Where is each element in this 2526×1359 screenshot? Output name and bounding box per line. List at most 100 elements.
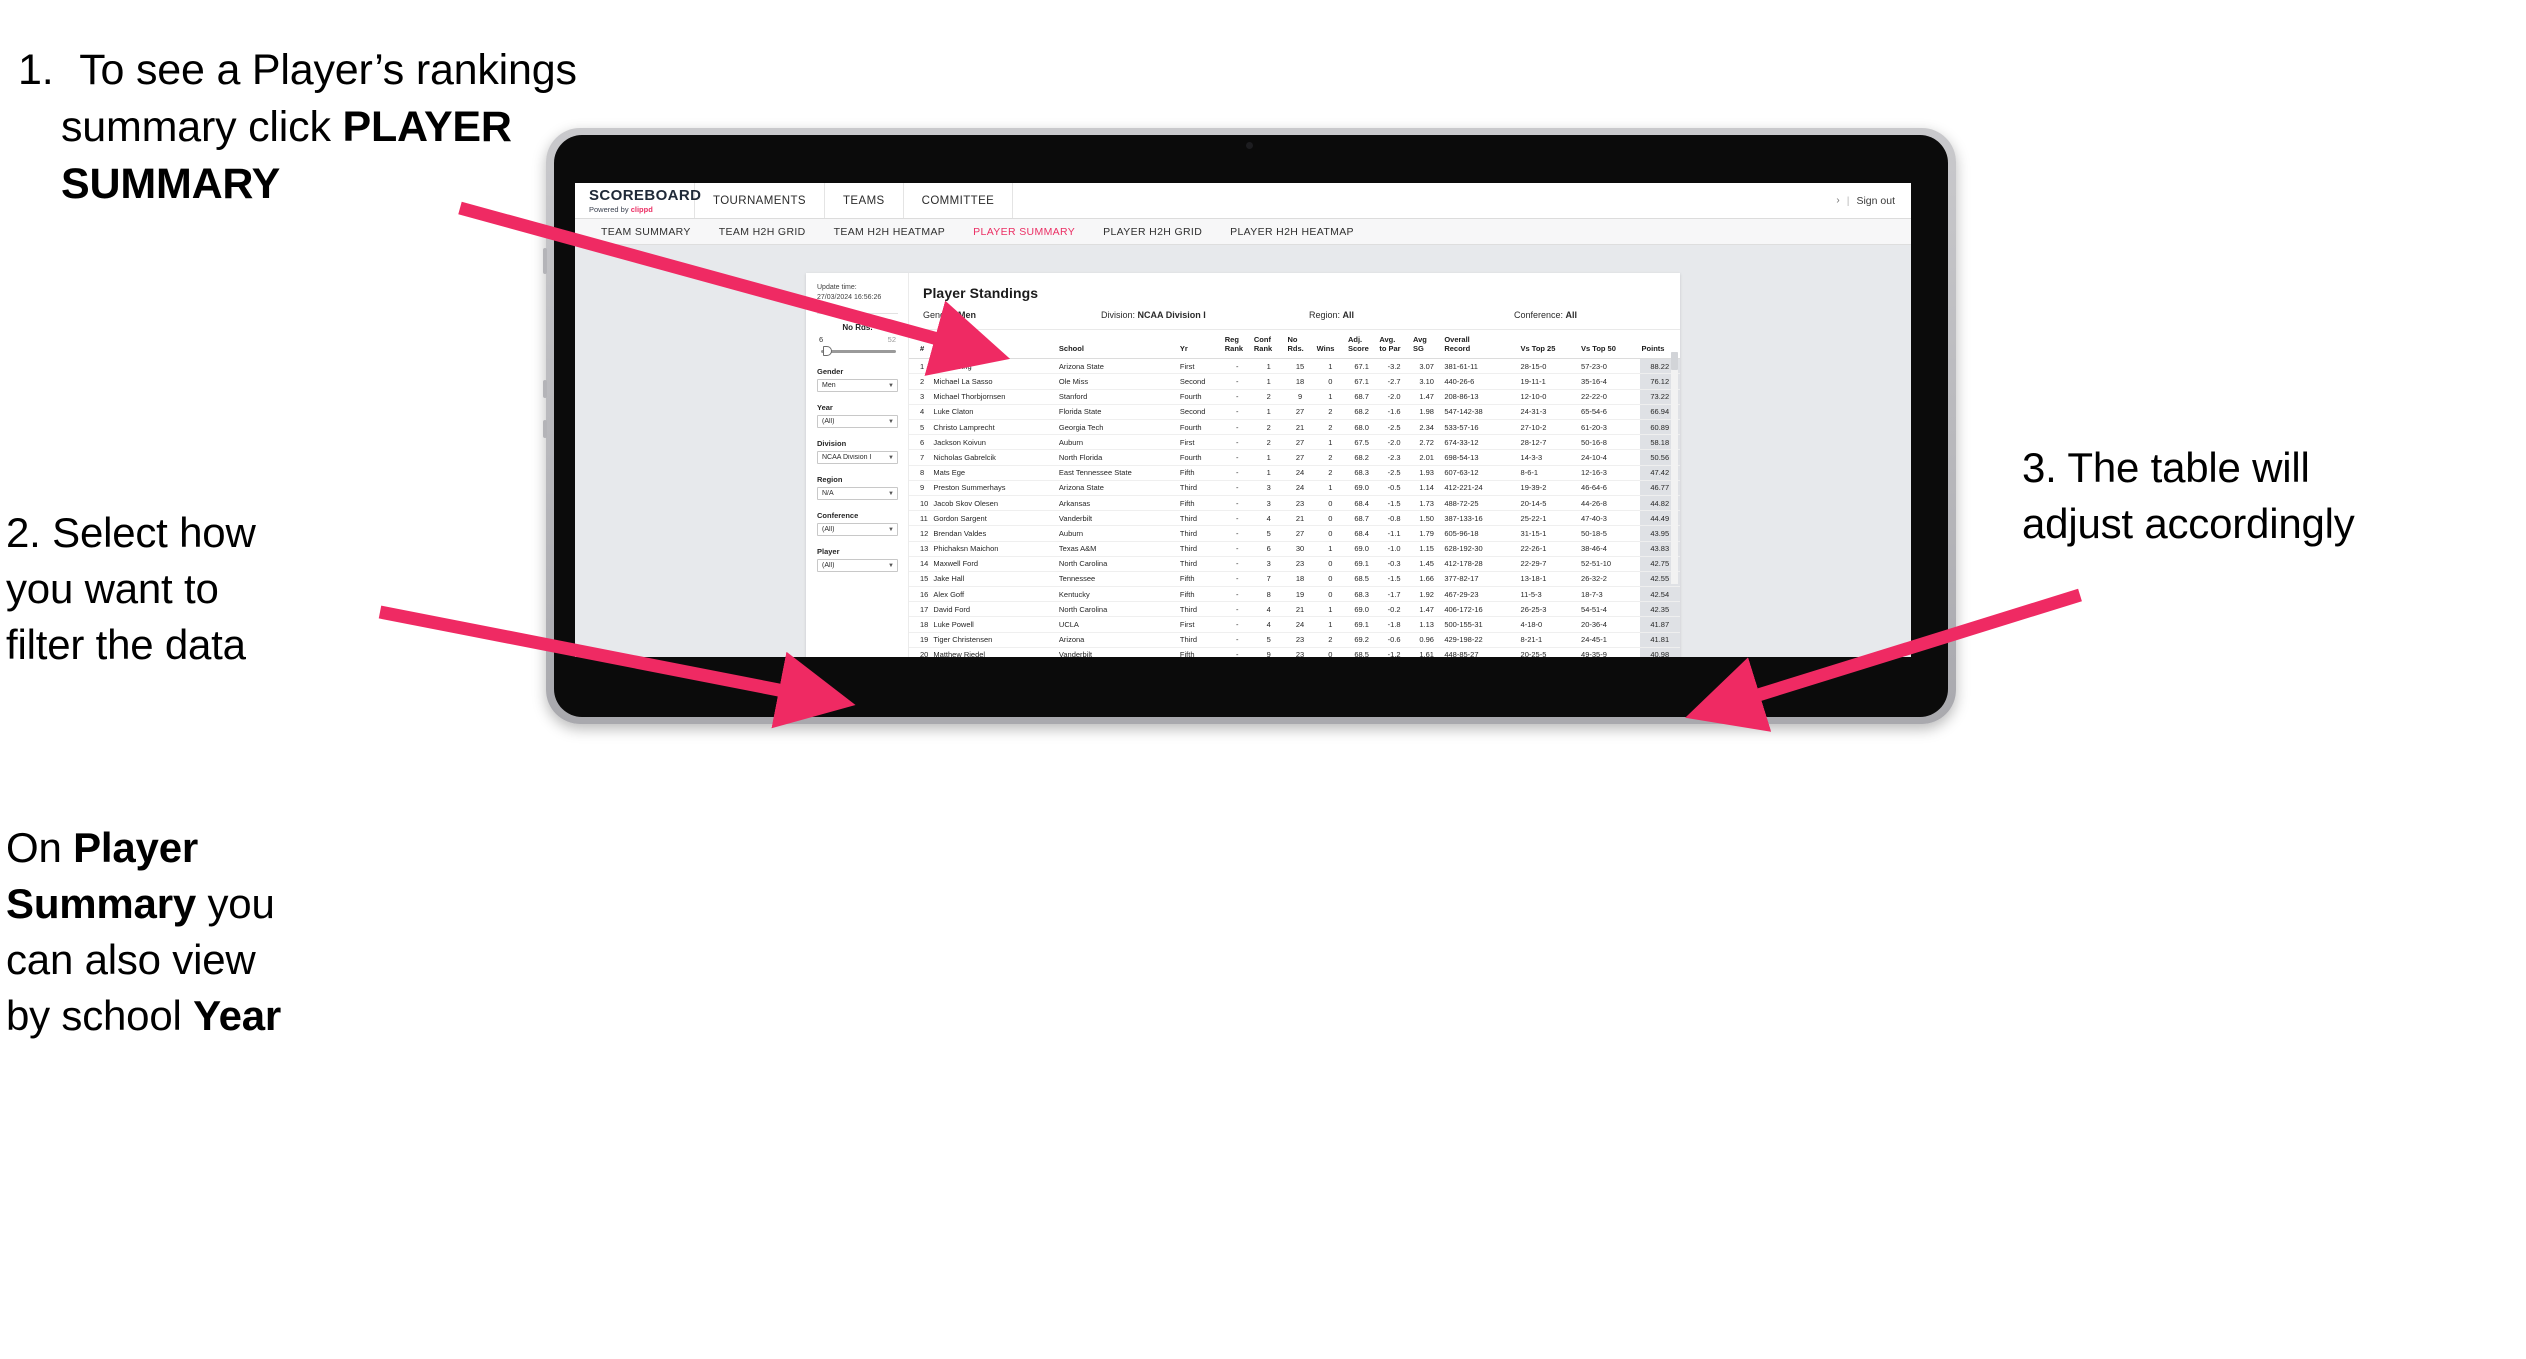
column-header-par[interactable]: Avg. to Par (1377, 330, 1411, 360)
cell-school: North Carolina (1056, 556, 1178, 572)
cell-rec: 429-198-22 (1442, 632, 1519, 648)
top-nav-item-committee[interactable]: COMMITTEE (904, 183, 1014, 218)
table-row[interactable]: 6 Jackson Koivun Auburn First -2 27 1 67.5 -2.0 2… (909, 434, 1680, 451)
cell-conf: 7 (1251, 571, 1286, 588)
table-row[interactable]: 5 Christo Lamprecht Georgia Tech Fourth -2 21… (909, 419, 1680, 436)
cell-yr: Fifth (1177, 586, 1223, 603)
column-header-school[interactable]: School (1056, 330, 1178, 360)
table-row[interactable]: 1 Wenyi Ding Arizona State First -1 15 1 67.1 -3… (909, 358, 1680, 375)
column-header-line1: Player (933, 343, 956, 353)
viz-content: Player Standings Gender: Men Division: N… (909, 273, 1680, 657)
table-row[interactable]: 13 Phichaksn Maichon Texas A&M Third -6 30 1 69… (909, 541, 1680, 557)
cell-t50: 20-36-4 (1579, 616, 1640, 633)
summary-gender-value: Men (958, 310, 977, 320)
cell-school: Stanford (1056, 389, 1178, 405)
sub-nav-item-player-h2h-heatmap[interactable]: PLAYER H2H HEATMAP (1216, 226, 1368, 238)
cell-reg: - (1222, 571, 1252, 588)
cell-conf: 4 (1251, 616, 1286, 633)
sub-nav-item-player-summary[interactable]: PLAYER SUMMARY (959, 226, 1089, 238)
no-rounds-range: 6 52 (817, 335, 898, 346)
table-row[interactable]: 2 Michael La Sasso Ole Miss Second -1 18 0 67.1… (909, 373, 1680, 390)
table-row[interactable]: 12 Brendan Valdes Auburn Third -5 27 0 68.4 -1.1… (909, 525, 1680, 542)
no-rounds-slider[interactable] (817, 346, 898, 357)
table-row[interactable]: 17 David Ford North Carolina Third -4 21 1 69.0… (909, 601, 1680, 618)
cell-adj: 67.1 (1345, 373, 1378, 390)
table-row[interactable]: 9 Preston Summerhays Arizona State Third -3 2… (909, 480, 1680, 496)
column-header-reg[interactable]: Reg Rank (1222, 330, 1252, 360)
filter-player-select[interactable]: (All) ▼ (817, 559, 898, 573)
cell-nords: 21 (1285, 601, 1315, 618)
cell-conf: 3 (1251, 480, 1286, 496)
filter-conference-label: Conference (817, 511, 859, 521)
no-rounds-max: 52 (887, 335, 896, 345)
filter-division-select[interactable]: NCAA Division I ▼ (817, 451, 898, 465)
scrollbar-thumb[interactable] (1671, 352, 1678, 370)
cell-reg: - (1222, 480, 1252, 496)
summary-gender: Gender: Men (923, 310, 1101, 320)
column-header-t25[interactable]: Vs Top 25 (1518, 330, 1580, 360)
table-row[interactable]: 11 Gordon Sargent Vanderbilt Third -4 21 0 68.7… (909, 510, 1680, 527)
table-row[interactable]: 20 Matthew Riedel Vanderbilt Fifth -9 23 0 68.5… (909, 647, 1680, 657)
column-header-sg[interactable]: Avg SG (1410, 330, 1443, 360)
filter-gender-select[interactable]: Men ▼ (817, 379, 898, 393)
sign-out-link[interactable]: Sign out (1856, 195, 1895, 207)
column-header-player[interactable]: Player (931, 330, 1057, 360)
table-row[interactable]: 18 Luke Powell UCLA First -4 24 1 69.1 -1.8 1.13 5… (909, 616, 1680, 633)
page-title: Player Standings (923, 285, 1039, 301)
column-header-nords[interactable]: No Rds. (1285, 330, 1315, 360)
column-header-rank[interactable]: # (909, 330, 932, 360)
column-header-yr[interactable]: Yr (1177, 330, 1223, 360)
cell-wins: 2 (1314, 404, 1346, 421)
brand-name: SCOREBOARD (589, 187, 702, 204)
table-row[interactable]: 19 Tiger Christensen Arizona Third -5 23 2 69.2… (909, 632, 1680, 648)
column-header-rec[interactable]: Overall Record (1442, 330, 1519, 360)
cell-par: -3.2 (1377, 358, 1411, 375)
sub-nav: TEAM SUMMARY TEAM H2H GRID TEAM H2H HEAT… (575, 219, 1911, 245)
cell-rank: 6 (909, 434, 932, 451)
table-row[interactable]: 14 Maxwell Ford North Carolina Third -3 23 0 69… (909, 556, 1680, 572)
filter-year-select[interactable]: (All) ▼ (817, 415, 898, 429)
cell-pts: 42.54 (1639, 586, 1680, 603)
top-nav-item-teams[interactable]: TEAMS (825, 183, 904, 218)
filter-conference: Conference (All) ▼ (817, 511, 898, 537)
filter-region-select[interactable]: N/A ▼ (817, 487, 898, 501)
table-row[interactable]: 15 Jake Hall Tennessee Fifth -7 18 0 68.5 -1.5 1.… (909, 571, 1680, 588)
sub-nav-item-team-h2h-heatmap[interactable]: TEAM H2H HEATMAP (820, 226, 960, 238)
account-chevron-icon[interactable]: › (1836, 195, 1839, 206)
filter-conference-select[interactable]: (All) ▼ (817, 523, 898, 537)
slider-thumb[interactable] (823, 346, 832, 357)
cell-sg: 3.07 (1410, 358, 1443, 375)
brand-powered-prefix: Powered by (589, 204, 631, 214)
cell-nords: 15 (1285, 358, 1315, 375)
cell-player: Michael La Sasso (931, 373, 1057, 390)
step2b-p2: you (196, 879, 275, 927)
column-header-line1: # (920, 343, 925, 353)
cell-wins: 0 (1314, 510, 1346, 527)
column-header-adj[interactable]: Adj. Score (1345, 330, 1378, 360)
column-header-t50[interactable]: Vs Top 50 (1579, 330, 1640, 360)
column-header-conf[interactable]: Conf Rank (1251, 330, 1286, 360)
table-row[interactable]: 10 Jacob Skov Olesen Arkansas Fifth -3 23 0 68.… (909, 495, 1680, 512)
top-nav-item-tournaments[interactable]: TOURNAMENTS (695, 183, 825, 218)
brand-clippd: clippd (630, 204, 653, 214)
table-row[interactable]: 16 Alex Goff Kentucky Fifth -8 19 0 68.3 -1.7 1.9… (909, 586, 1680, 603)
cell-rec: 698-54-13 (1442, 449, 1519, 466)
cell-sg: 1.98 (1410, 404, 1443, 421)
cell-reg: - (1222, 525, 1252, 542)
sub-nav-item-player-h2h-grid[interactable]: PLAYER H2H GRID (1089, 226, 1216, 238)
table-vertical-scrollbar[interactable] (1671, 352, 1678, 584)
sub-nav-item-team-h2h-grid[interactable]: TEAM H2H GRID (705, 226, 820, 238)
cell-adj: 68.0 (1345, 419, 1378, 436)
table-row[interactable]: 3 Michael Thorbjornsen Stanford Fourth -2 9 1 6… (909, 389, 1680, 405)
filter-panel: Update time: 27/03/2024 16:56:26 No Rds.… (806, 273, 909, 657)
table-row[interactable]: 8 Mats Ege East Tennessee State Fifth -1 24 2 6… (909, 465, 1680, 481)
cell-wins: 1 (1314, 358, 1346, 375)
column-header-wins[interactable]: Wins (1314, 330, 1346, 360)
cell-rec: 208-86-13 (1442, 389, 1519, 405)
table-row[interactable]: 4 Luke Claton Florida State Second -1 27 2 68.2… (909, 404, 1680, 421)
viz-card: Update time: 27/03/2024 16:56:26 No Rds.… (806, 273, 1680, 657)
annotation-step-2-note: On Player Summary you can also view by s… (6, 820, 426, 1043)
chevron-down-icon: ▼ (888, 490, 894, 497)
sub-nav-item-team-summary[interactable]: TEAM SUMMARY (587, 226, 705, 238)
table-row[interactable]: 7 Nicholas Gabrelcik North Florida Fourth -1… (909, 449, 1680, 466)
